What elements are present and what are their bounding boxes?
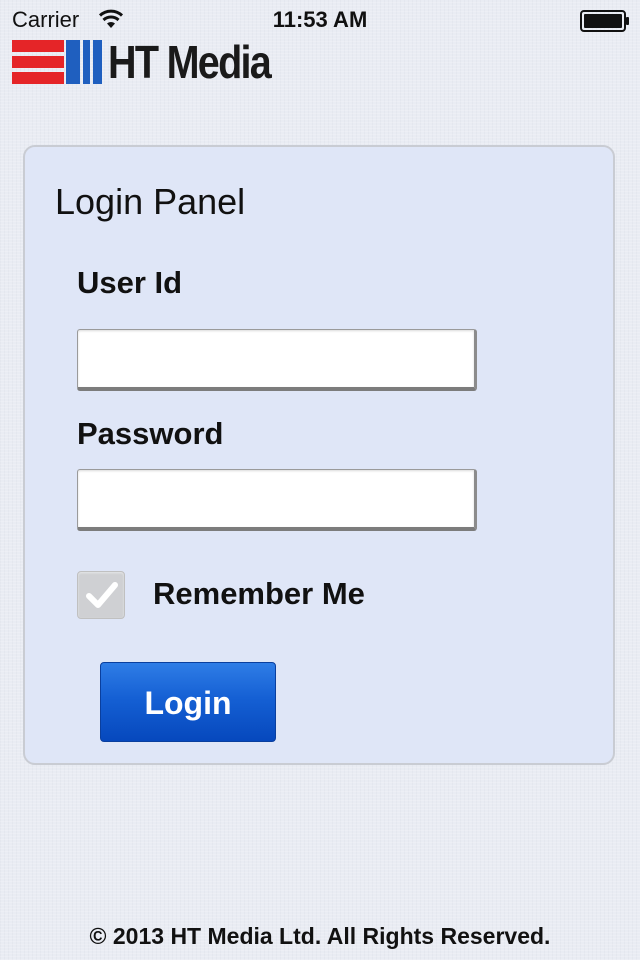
status-time: 11:53 AM — [272, 7, 368, 32]
copyright-footer: © 2013 HT Media Ltd. All Rights Reserved… — [89, 923, 551, 949]
login-panel: Login Panel User Id Password Remember Me… — [23, 145, 615, 765]
battery-icon — [580, 10, 629, 32]
user-id-input[interactable] — [77, 329, 477, 391]
logo-text: HT Media — [108, 36, 272, 88]
remember-me-checkbox[interactable] — [77, 571, 125, 619]
status-bar: Carrier 11:53 AM — [0, 0, 640, 40]
password-input[interactable] — [77, 469, 477, 531]
panel-title: Login Panel — [55, 181, 246, 222]
user-id-label: User Id — [77, 265, 183, 300]
checkmark-icon — [86, 582, 118, 608]
login-button[interactable]: Login — [100, 662, 276, 742]
logo-mark-icon — [12, 40, 102, 84]
password-label: Password — [77, 416, 224, 451]
ht-media-logo: HT Media — [12, 38, 296, 86]
remember-me-label[interactable]: Remember Me — [153, 576, 365, 612]
